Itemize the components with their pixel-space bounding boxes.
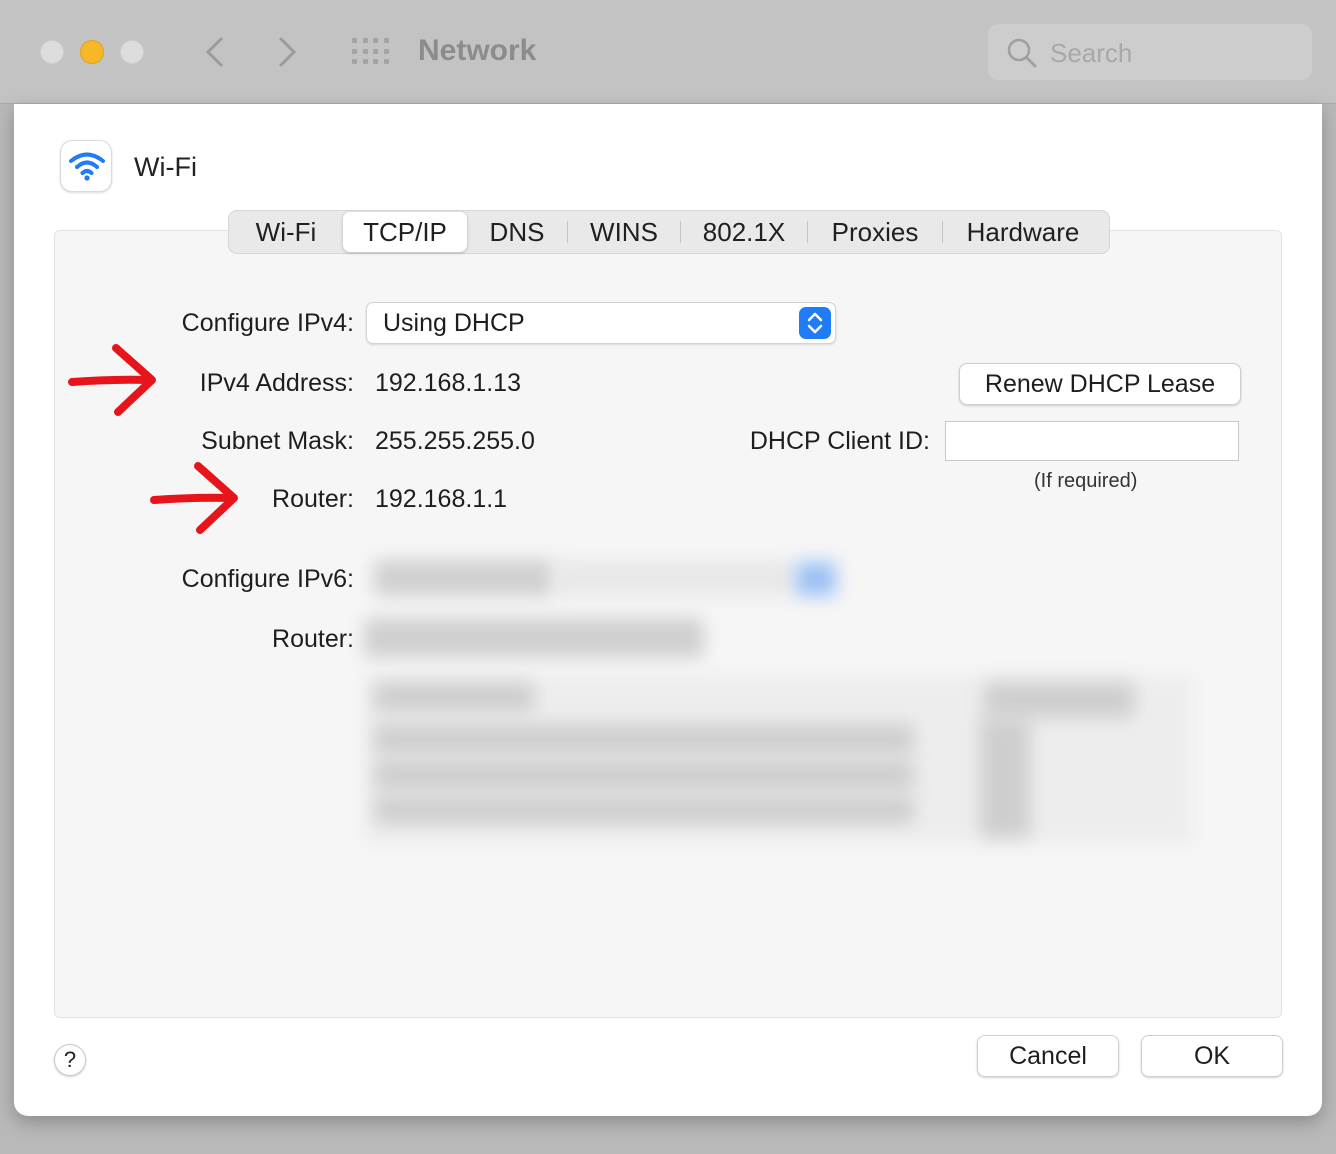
zoom-window-button[interactable]: [120, 40, 144, 64]
configure-ipv4-value: Using DHCP: [383, 309, 525, 337]
window-titlebar: Network Search: [0, 0, 1336, 104]
configure-ipv6-label: Configure IPv6:: [181, 565, 354, 593]
blurred-ipv6-row: [374, 682, 534, 712]
annotation-arrow-icon: [150, 462, 238, 534]
blurred-ipv6-select: [374, 560, 554, 596]
annotation-arrow-icon: [68, 344, 156, 416]
router-value: 192.168.1.1: [375, 485, 508, 513]
tab-proxies[interactable]: Proxies: [808, 212, 942, 252]
configure-ipv4-label: Configure IPv4:: [181, 309, 354, 337]
interface-name: Wi-Fi: [134, 152, 197, 182]
search-placeholder: Search: [1050, 38, 1133, 68]
blurred-ipv6-row: [374, 760, 914, 790]
select-stepper-icon: [799, 307, 831, 339]
minimize-window-button[interactable]: [80, 40, 104, 64]
blurred-ipv6-row: [374, 724, 914, 754]
search-field[interactable]: Search: [988, 24, 1312, 80]
chevron-right-icon: [278, 36, 297, 68]
tab-dns[interactable]: DNS: [467, 212, 567, 252]
blurred-ipv6-side: [984, 682, 1134, 718]
tab-8021x[interactable]: 802.1X: [681, 212, 807, 252]
cancel-button[interactable]: Cancel: [977, 1035, 1119, 1077]
tab-wins[interactable]: WINS: [568, 212, 680, 252]
blurred-ipv6-side: [980, 718, 1030, 838]
tab-tcpip[interactable]: TCP/IP: [343, 212, 467, 252]
wifi-icon: [69, 152, 105, 181]
renew-dhcp-lease-button[interactable]: Renew DHCP Lease: [959, 363, 1241, 405]
forward-button[interactable]: [272, 30, 302, 74]
show-all-grid-icon[interactable]: [352, 38, 390, 66]
dhcp-client-id-hint: (If required): [1034, 470, 1138, 492]
tab-wifi[interactable]: Wi-Fi: [229, 212, 343, 252]
blurred-ipv6-router: [364, 618, 704, 658]
tcpip-sheet: Wi-Fi Wi-Fi TCP/IP DNS WINS 802.1X Proxi…: [14, 104, 1322, 1116]
dhcp-client-id-label: DHCP Client ID:: [749, 427, 930, 455]
ipv6-router-label: Router:: [272, 625, 354, 653]
blurred-ipv6-row: [374, 796, 914, 824]
dhcp-client-id-field[interactable]: [945, 421, 1239, 461]
chevron-left-icon: [205, 36, 224, 68]
blurred-ipv6-select-tail: [554, 560, 794, 596]
subnet-mask-value: 255.255.255.0: [375, 427, 535, 455]
ok-button[interactable]: OK: [1141, 1035, 1283, 1077]
configure-ipv4-select[interactable]: Using DHCP: [366, 302, 836, 344]
wifi-service-badge: [60, 140, 112, 192]
ipv4-address-value: 192.168.1.13: [375, 369, 521, 397]
window-title: Network: [418, 34, 537, 67]
help-button[interactable]: ?: [54, 1044, 86, 1076]
subnet-mask-label: Subnet Mask:: [201, 427, 354, 455]
back-button[interactable]: [200, 30, 230, 74]
router-label: Router:: [272, 485, 354, 513]
blurred-ipv6-stepper: [796, 562, 836, 596]
tab-hardware[interactable]: Hardware: [943, 212, 1103, 252]
close-window-button[interactable]: [40, 40, 64, 64]
ipv4-address-label: IPv4 Address:: [199, 369, 354, 397]
tab-bar: Wi-Fi TCP/IP DNS WINS 802.1X Proxies Har…: [228, 210, 1110, 254]
search-icon: [1007, 38, 1037, 68]
